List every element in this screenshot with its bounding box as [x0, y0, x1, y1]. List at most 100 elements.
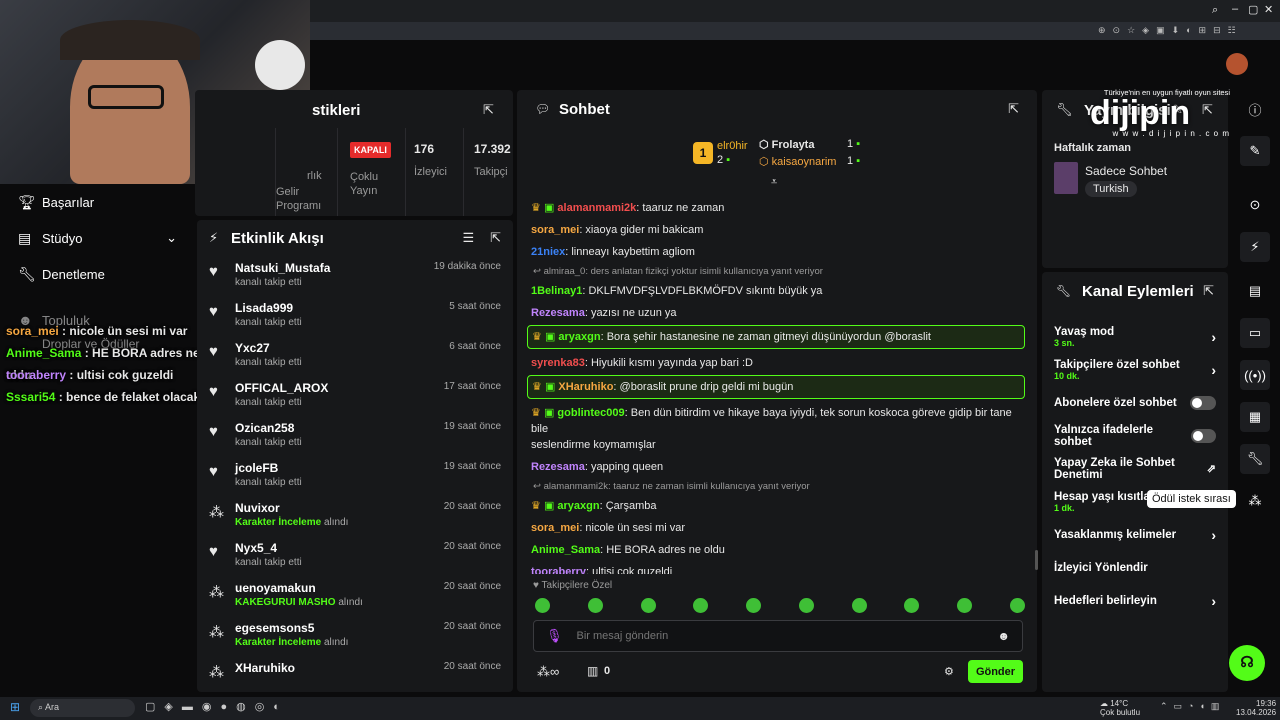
- focus-icon[interactable]: ⊙: [1240, 190, 1270, 220]
- chat-username[interactable]: sora_mei: [531, 224, 579, 236]
- emote-icon[interactable]: [640, 598, 656, 613]
- leader-first[interactable]: elr0hir: [717, 140, 748, 152]
- edit-icon[interactable]: ✎: [1240, 136, 1270, 166]
- chat-username[interactable]: aryaxgn: [558, 331, 600, 343]
- activity-user[interactable]: Natsuki_Mustafa: [235, 261, 330, 275]
- chat-username[interactable]: 1Belinay1: [531, 285, 582, 297]
- chat-scrollbar[interactable]: [1035, 550, 1038, 570]
- popout-icon[interactable]: ⇱: [1008, 101, 1019, 117]
- activity-user[interactable]: Nyx5_4: [235, 541, 302, 555]
- channel-action[interactable]: Yapay Zeka ile Sohbet Denetimi ⇗: [1042, 452, 1228, 485]
- maximize-icon[interactable]: ▢: [1248, 3, 1258, 16]
- emoji-icon[interactable]: ☻: [997, 629, 1010, 643]
- channel-action[interactable]: İzleyici Yönlendir: [1042, 551, 1228, 584]
- emote-icon[interactable]: [1009, 598, 1025, 613]
- browser-extension-icons[interactable]: ⊕⊙☆◈▣⬇◐⊞⊟☷: [1098, 25, 1243, 36]
- channel-action[interactable]: Takipçilere özel sohbet 10 dk. ›: [1042, 353, 1228, 386]
- rewards-icon[interactable]: ⁂: [1240, 486, 1270, 516]
- activity-user[interactable]: Lisada999: [235, 301, 302, 315]
- wrench-icon[interactable]: 🔧︎: [1240, 444, 1270, 474]
- category-name[interactable]: Sadece Sohbet: [1085, 164, 1167, 178]
- channel-action[interactable]: Abonelere özel sohbet: [1042, 386, 1228, 419]
- activity-user[interactable]: jcoleFB: [235, 461, 302, 475]
- broadcast-icon[interactable]: ((•)): [1240, 360, 1270, 390]
- channel-action[interactable]: Yavaş mod 3 sn. ›: [1042, 320, 1228, 353]
- toggle-switch[interactable]: [1190, 395, 1216, 410]
- avatar[interactable]: [1226, 53, 1248, 75]
- emote-icon[interactable]: [904, 598, 920, 613]
- activity-item[interactable]: ♥ jcoleFB kanalı takip etti 19 saat önce: [197, 456, 513, 496]
- chat-username[interactable]: goblintec009: [557, 407, 624, 419]
- activity-item[interactable]: ⁂ uenoyamakun KAKEGURUI MASHO alındı 20 …: [197, 576, 513, 616]
- channel-action[interactable]: Yalnızca ifadelerle sohbet: [1042, 419, 1228, 452]
- microphone-icon[interactable]: 🎙︎: [546, 628, 563, 644]
- popout-icon[interactable]: ⇱: [483, 102, 494, 118]
- weather-widget[interactable]: ☁︎ 14°C Çok bulutlu: [1100, 699, 1140, 717]
- channel-action[interactable]: Yasaklanmış kelimeler ›: [1042, 518, 1228, 551]
- taskbar-search[interactable]: ⌕ Ara: [30, 699, 135, 717]
- popout-icon[interactable]: ⇱: [490, 230, 501, 246]
- chat-username[interactable]: XHaruhiko: [558, 381, 613, 393]
- send-button[interactable]: Gönder: [968, 660, 1023, 683]
- minimize-icon[interactable]: –: [1232, 3, 1238, 15]
- taskbar-app-icons[interactable]: ▢◈▬◉●◍◎◐: [145, 700, 289, 713]
- windows-start-icon[interactable]: ⊞: [10, 700, 20, 714]
- document-icon[interactable]: ▤: [1240, 276, 1270, 306]
- channel-action[interactable]: Hedefleri belirleyin ›: [1042, 584, 1228, 617]
- store-icon[interactable]: ▥: [587, 664, 598, 678]
- activity-user[interactable]: egesemsons5: [235, 621, 348, 635]
- chat-username[interactable]: Anime_Sama: [531, 544, 600, 556]
- chat-input-box[interactable]: 🎙︎ ☻: [533, 620, 1023, 652]
- lightning-icon[interactable]: ⚡︎: [1240, 232, 1270, 262]
- layout-icon[interactable]: ▦: [1240, 402, 1270, 432]
- emote-icon[interactable]: [798, 598, 814, 613]
- nav-item-achievements[interactable]: 🏆︎ Başarılar: [0, 184, 195, 220]
- activity-item[interactable]: ⁂ egesemsons5 Karakter İnceleme alındı 2…: [197, 616, 513, 656]
- activity-item[interactable]: ♥ Ozican258 kanalı takip etti 19 saat ön…: [197, 416, 513, 456]
- gear-icon[interactable]: ⚙︎: [944, 665, 954, 678]
- activity-item[interactable]: ♥ OFFICAL_AROX kanalı takip etti 17 saat…: [197, 376, 513, 416]
- channel-points-icon[interactable]: ⁂∞: [537, 664, 559, 680]
- activity-user[interactable]: Nuvixor: [235, 501, 348, 515]
- activity-user[interactable]: OFFICAL_AROX: [235, 381, 328, 395]
- nav-item-studio[interactable]: ▤ Stüdyo ⌄: [0, 220, 195, 256]
- activity-item[interactable]: ♥ Natsuki_Mustafa kanalı takip etti 19 d…: [197, 256, 513, 296]
- taskbar-clock[interactable]: 19:36 13.04.2026: [1236, 699, 1276, 717]
- close-icon[interactable]: ✕: [1264, 3, 1273, 16]
- activity-item[interactable]: ⁂ XHaruhiko 20 saat önce: [197, 656, 513, 692]
- chat-username[interactable]: tooraberry: [531, 566, 586, 574]
- activity-user[interactable]: XHaruhiko: [235, 661, 295, 675]
- emote-icon[interactable]: [851, 598, 867, 613]
- emote-icon[interactable]: [587, 598, 603, 613]
- activity-item[interactable]: ⁂ Nuvixor Karakter İnceleme alındı 20 sa…: [197, 496, 513, 536]
- chat-username[interactable]: alamanmami2k: [557, 202, 636, 214]
- toggle-switch[interactable]: [1190, 428, 1216, 443]
- activity-item[interactable]: ♥ Yxc27 kanalı takip etti 6 saat önce: [197, 336, 513, 376]
- chat-username[interactable]: Rezesama: [531, 461, 585, 473]
- tag-chip[interactable]: Turkish: [1085, 181, 1137, 197]
- support-icon[interactable]: ☊: [1229, 645, 1265, 681]
- activity-user[interactable]: Ozican258: [235, 421, 302, 435]
- chat-username[interactable]: sora_mei: [531, 522, 579, 534]
- activity-item[interactable]: ♥ Lisada999 kanalı takip etti 5 saat önc…: [197, 296, 513, 336]
- chat-username[interactable]: aryaxgn: [557, 500, 599, 512]
- chat-input[interactable]: [576, 630, 998, 642]
- search-icon[interactable]: ⌕: [1212, 4, 1218, 17]
- leader-second[interactable]: ⬡ Frolayta: [759, 138, 814, 151]
- leader-third[interactable]: ⬡ kaisaoynarim: [759, 155, 836, 168]
- filter-icon[interactable]: ☰: [462, 230, 474, 246]
- nav-item-moderation[interactable]: 🔧︎ Denetleme: [0, 256, 195, 292]
- chat-username[interactable]: syrenka83: [531, 357, 585, 369]
- expand-leaderboard-icon[interactable]: ⩡: [771, 176, 777, 189]
- activity-user[interactable]: Yxc27: [235, 341, 302, 355]
- emote-icon[interactable]: [535, 598, 550, 613]
- activity-item[interactable]: ♥ Nyx5_4 kanalı takip etti 20 saat önce: [197, 536, 513, 576]
- emote-icon[interactable]: [957, 598, 973, 613]
- emote-icon[interactable]: [746, 598, 762, 613]
- info-icon[interactable]: ⓘ: [1240, 94, 1270, 124]
- chat-icon[interactable]: ▭: [1240, 318, 1270, 348]
- chat-username[interactable]: 21niex: [531, 246, 565, 258]
- chat-username[interactable]: Rezesama: [531, 307, 585, 319]
- activity-user[interactable]: uenoyamakun: [235, 581, 363, 595]
- emote-icon[interactable]: [693, 598, 709, 613]
